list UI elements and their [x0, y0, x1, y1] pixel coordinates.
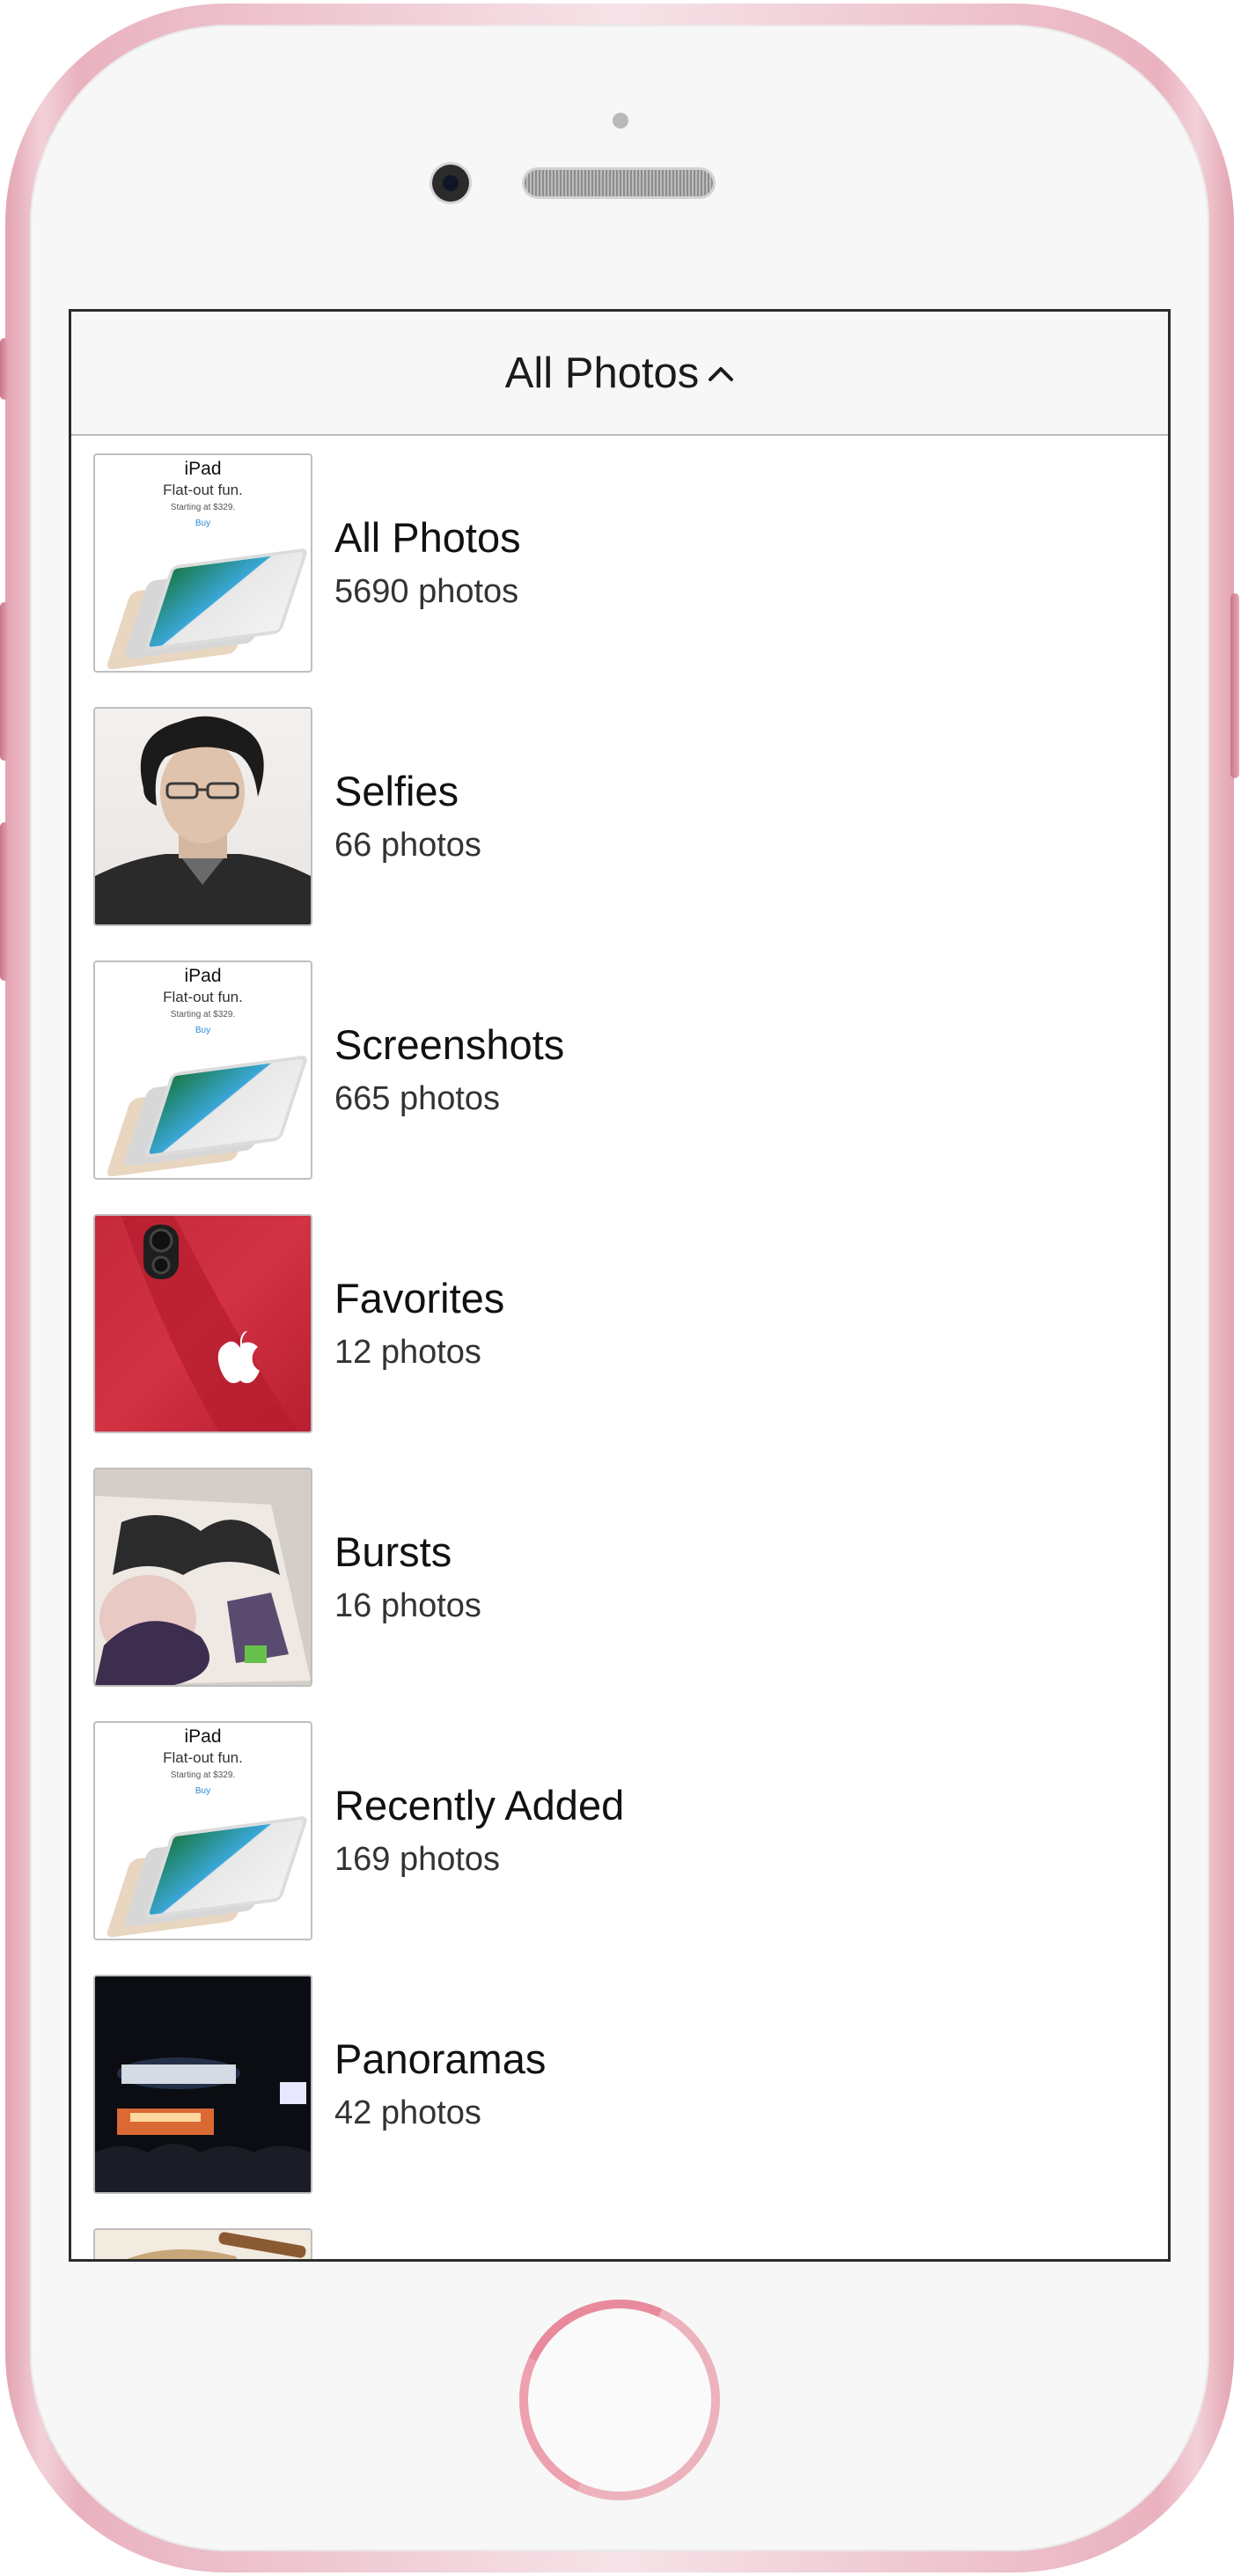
album-name: Screenshots: [334, 1021, 565, 1069]
album-info: Favorites 12 photos: [334, 1275, 504, 1371]
navigation-bar: All Photos: [71, 312, 1168, 436]
proximity-sensor: [613, 113, 628, 129]
album-thumbnail: [93, 2227, 312, 2259]
earpiece-speaker: [525, 170, 713, 196]
album-name: Favorites: [334, 1275, 505, 1322]
ipad-devices-image: [105, 1054, 309, 1177]
album-row-selfies[interactable]: Selfies 66 photos: [71, 689, 1168, 943]
mute-switch: [0, 338, 9, 400]
album-count: 5690 photos: [334, 572, 519, 610]
red-iphone-image: [121, 1215, 297, 1432]
front-camera-icon: [432, 165, 469, 202]
power-button: [1230, 593, 1239, 778]
album-row-screenshots[interactable]: iPad Flat-out fun. Starting at $329. Buy…: [71, 943, 1168, 1196]
album-row-all-photos[interactable]: iPad Flat-out fun. Starting at $329. Buy…: [71, 436, 1168, 689]
album-row-partial[interactable]: [71, 2211, 1168, 2259]
album-info: All Photos 5690 photos: [334, 514, 521, 610]
burst-photo-image: [95, 1468, 311, 1685]
album-count: 16 photos: [334, 1586, 481, 1624]
ipad-ad-tagline: Flat-out fun.: [163, 1748, 243, 1766]
album-row-favorites[interactable]: Favorites 12 photos: [71, 1196, 1168, 1450]
screen: All Photos iPad Flat-out fun. Starting a…: [69, 309, 1171, 2262]
ipad-devices-image: [105, 1814, 309, 1938]
ipad-ad-title: iPad: [184, 1726, 222, 1747]
album-info: Screenshots 665 photos: [334, 1021, 564, 1117]
concert-night-image: [95, 1976, 311, 2192]
ipad-ad-tagline: Flat-out fun.: [163, 988, 243, 1005]
album-count: 12 photos: [334, 1333, 481, 1371]
album-count: 42 photos: [334, 2094, 481, 2131]
album-count: 169 photos: [334, 1840, 501, 1878]
album-thumbnail: [93, 1213, 312, 1433]
nav-title: All Photos: [504, 349, 700, 397]
volume-down-button: [0, 822, 9, 981]
album-info: Recently Added 169 photos: [334, 1782, 624, 1878]
volume-up-button: [0, 602, 9, 761]
album-row-bursts[interactable]: Bursts 16 photos: [71, 1450, 1168, 1704]
ipad-ad-price: Starting at $329.: [170, 1770, 236, 1780]
album-row-recently-added[interactable]: iPad Flat-out fun. Starting at $329. Buy…: [71, 1704, 1168, 1957]
album-list: iPad Flat-out fun. Starting at $329. Buy…: [71, 436, 1168, 2259]
chevron-up-icon: [708, 364, 734, 383]
album-thumbnail: iPad Flat-out fun. Starting at $329. Buy: [93, 453, 312, 673]
album-info: Panoramas 42 photos: [334, 2035, 546, 2131]
album-name: Selfies: [334, 768, 459, 815]
home-button[interactable]: [519, 2300, 720, 2500]
ipad-ad-title: iPad: [184, 965, 222, 986]
album-info: Selfies 66 photos: [334, 768, 481, 864]
album-row-panoramas[interactable]: Panoramas 42 photos: [71, 1957, 1168, 2211]
ipad-ad-buy: Buy: [195, 1785, 211, 1796]
selfie-portrait-image: [95, 716, 311, 924]
ipad-ad-buy: Buy: [195, 1025, 211, 1035]
ipad-ad-tagline: Flat-out fun.: [163, 481, 243, 498]
food-image: [95, 2229, 311, 2259]
album-thumbnail: iPad Flat-out fun. Starting at $329. Buy: [93, 960, 312, 1180]
ipad-ad-price: Starting at $329.: [170, 502, 236, 512]
album-thumbnail: [93, 1974, 312, 2194]
album-name: Bursts: [334, 1528, 452, 1576]
album-picker-toggle[interactable]: All Photos: [505, 349, 735, 398]
album-name: Recently Added: [334, 1782, 625, 1829]
ipad-devices-image: [105, 547, 309, 670]
album-thumbnail: [93, 706, 312, 926]
album-count: 665 photos: [334, 1079, 501, 1117]
ipad-ad-title: iPad: [184, 458, 222, 479]
album-info: Bursts 16 photos: [334, 1528, 481, 1624]
ipad-ad-buy: Buy: [195, 518, 211, 528]
album-thumbnail: iPad Flat-out fun. Starting at $329. Buy: [93, 1720, 312, 1940]
album-thumbnail: [93, 1467, 312, 1687]
album-name: All Photos: [334, 514, 521, 562]
album-count: 66 photos: [334, 826, 481, 864]
album-name: Panoramas: [334, 2035, 547, 2083]
ipad-ad-price: Starting at $329.: [170, 1009, 236, 1019]
